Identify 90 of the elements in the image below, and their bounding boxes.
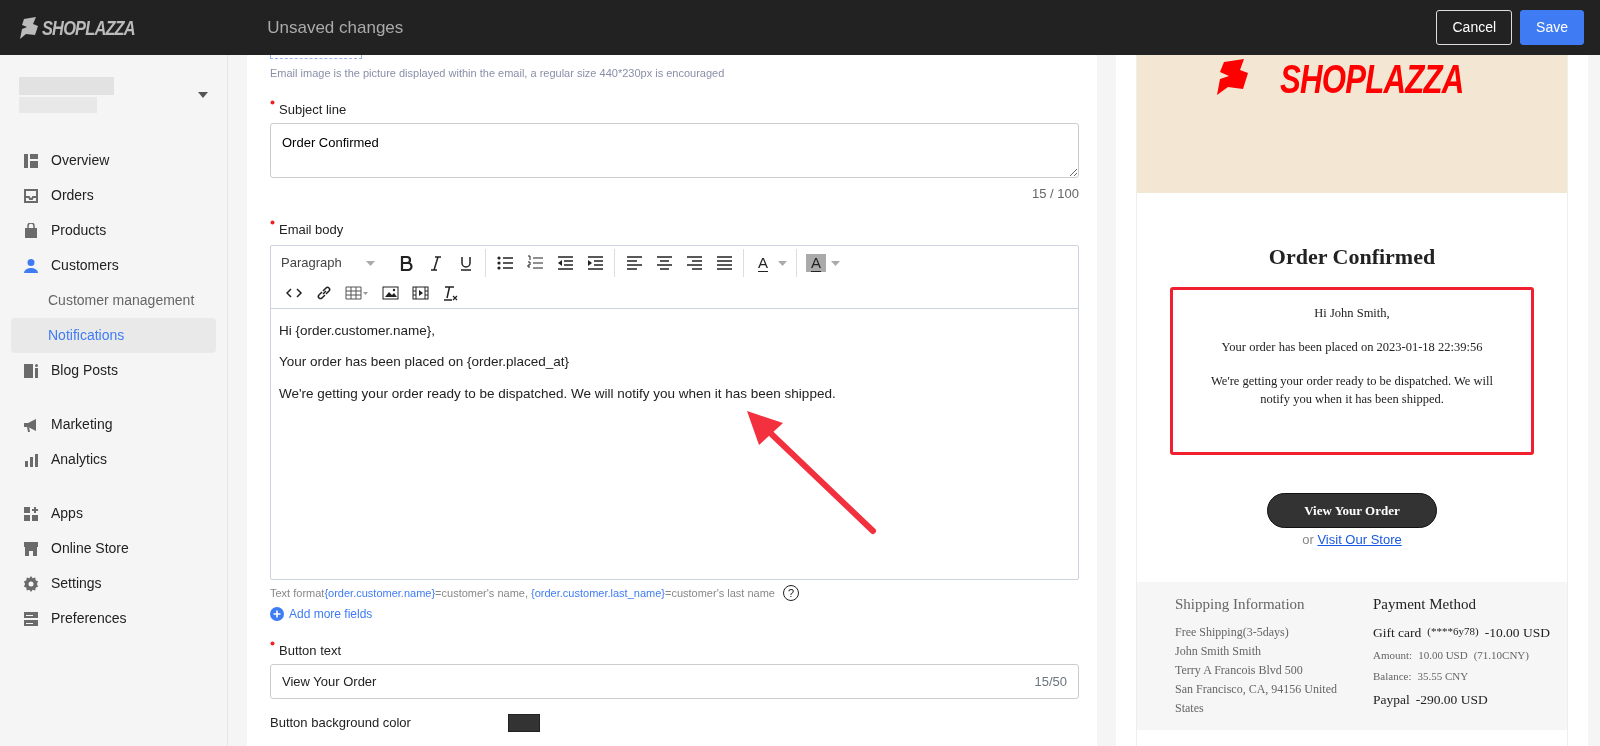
character-counter: 15/50 <box>1034 672 1067 691</box>
sidebar-item[interactable]: Customers <box>11 248 216 283</box>
payment-label: Balance: <box>1373 669 1412 685</box>
paragraph: Your order has been placed on 2023-01-18 22:39:56 <box>1220 338 1484 356</box>
sidebar-item[interactable]: Orders <box>11 178 216 213</box>
sidebar-item[interactable]: Settings <box>11 566 216 601</box>
add-fields-link[interactable]: Add more fields <box>270 604 1079 623</box>
highlight-button[interactable]: A <box>801 250 845 276</box>
payment-amount: -10.00 USD <box>1484 623 1550 642</box>
character-counter: 15 / 100 <box>1031 185 1079 203</box>
outdent-icon <box>556 255 574 271</box>
gear-icon <box>23 575 39 592</box>
numbered-list-icon <box>526 255 544 271</box>
logo-icon <box>1214 59 1249 95</box>
payment-label: Gift card <box>1373 623 1422 642</box>
sidebar-item[interactable]: Analytics <box>11 442 216 477</box>
inbox-icon <box>23 187 39 204</box>
logo-icon <box>18 16 38 39</box>
person-icon <box>23 257 39 274</box>
sidebar-item[interactable]: Overview <box>11 143 216 178</box>
megaphone-icon <box>23 416 39 433</box>
apps-icon <box>23 505 39 522</box>
clear-format-icon <box>441 285 459 301</box>
payment-note: (71.10CNY) <box>1473 647 1529 663</box>
paragraph: We're getting your order ready to be dispatched. We will notify you when it has been shipped. <box>1210 372 1494 409</box>
align-right-icon <box>685 255 703 271</box>
align-left-icon <box>625 255 643 271</box>
paragraph: Hi {order.customer.name}, <box>279 322 437 340</box>
help-text: Text format{order.customer.name}=customer's name, {order.customer.last_name}=customer's last name <box>270 586 775 601</box>
payment-amount: 35.55 CNY <box>1417 669 1469 685</box>
plus-icon <box>270 606 284 621</box>
image-icon <box>381 285 399 301</box>
payment-amount: -290.00 USD <box>1415 690 1488 709</box>
field-label: Button text <box>279 641 342 660</box>
sidebar-item[interactable]: Preferences <box>11 601 216 636</box>
logo-text: SHOPLAZZA <box>42 15 135 41</box>
paragraph: We're getting your order ready to be dispatched. We will notify you when it has been shipped. <box>279 384 837 403</box>
address-line: Terry A Francois Blvd 500 <box>1175 661 1304 679</box>
caret-icon <box>778 260 787 266</box>
storefront-icon <box>23 540 39 557</box>
align-center-icon <box>655 255 673 271</box>
cancel-button[interactable]: Cancel <box>1436 10 1513 45</box>
logo-text: SHOPLAZZA <box>1280 59 1464 99</box>
sidebar-item[interactable]: Products <box>11 213 216 248</box>
view-order-button[interactable]: View Your Order <box>1267 493 1437 528</box>
address-line: Free Shipping(3-5days) <box>1175 623 1290 641</box>
dashboard-icon <box>23 152 39 169</box>
justify-icon <box>715 255 733 271</box>
caret-icon <box>366 260 375 266</box>
payment-label: Paypal <box>1373 690 1410 709</box>
text-color-button[interactable]: A <box>748 250 792 276</box>
table-icon <box>345 285 369 301</box>
payment-amount: 10.00 USD <box>1418 647 1468 663</box>
section-title: Payment Method <box>1373 594 1477 613</box>
link-icon <box>315 285 333 301</box>
paragraph: Your order has been placed on {order.placed_at} <box>279 353 570 372</box>
field-label: Email body <box>279 220 344 239</box>
address-line: San Francisco, CA, 94156 United States <box>1175 680 1338 717</box>
field-label: Button background color <box>270 714 412 732</box>
page-title: Unsaved changes <box>267 16 404 39</box>
paragraph: Hi John Smith, <box>1313 305 1391 322</box>
image-hint: Email image is the picture displayed within the email, a regular size 440*230px is encouraged <box>270 66 726 81</box>
format-dropdown[interactable]: Paragraph <box>275 253 381 273</box>
bullet-list-icon <box>496 255 514 271</box>
address-line: John Smith Smith <box>1175 642 1263 660</box>
sidebar-item[interactable]: Blog Posts <box>11 353 216 388</box>
store-link[interactable]: Visit Our Store <box>1317 532 1402 547</box>
payment-note: (****6y78) <box>1427 623 1479 639</box>
video-icon <box>411 285 429 301</box>
sidebar-subitem[interactable]: Customer management <box>11 283 216 318</box>
email-title: Order Confirmed <box>1267 243 1437 271</box>
bar-chart-icon <box>23 451 39 468</box>
color-swatch[interactable] <box>508 713 540 732</box>
payment-label: Amount: <box>1373 647 1413 663</box>
sidebar-item[interactable]: Marketing <box>11 407 216 442</box>
save-button[interactable]: Save <box>1520 10 1584 45</box>
or-text: or <box>1302 532 1314 547</box>
sidebar-item[interactable]: Online Store <box>11 531 216 566</box>
sidebar-item[interactable]: Apps <box>11 496 216 531</box>
caret-icon <box>831 260 840 266</box>
field-label: Subject line <box>279 100 347 119</box>
caret-icon[interactable] <box>198 92 208 98</box>
indent-icon <box>586 255 604 271</box>
subject-input[interactable]: Order Confirmed <box>270 123 1079 178</box>
document-icon <box>23 362 39 379</box>
bag-icon <box>23 222 39 239</box>
editor-content[interactable]: Hi {order.customer.name}, Your order has been placed on {order.placed_at} We're getting your order ready to be dispatched. We will notify you when it has been shipped. <box>271 309 1078 579</box>
section-title: Shipping Information <box>1175 594 1306 613</box>
button-text-input[interactable]: View Your Order 15/50 <box>270 664 1079 699</box>
server-icon <box>23 610 39 627</box>
